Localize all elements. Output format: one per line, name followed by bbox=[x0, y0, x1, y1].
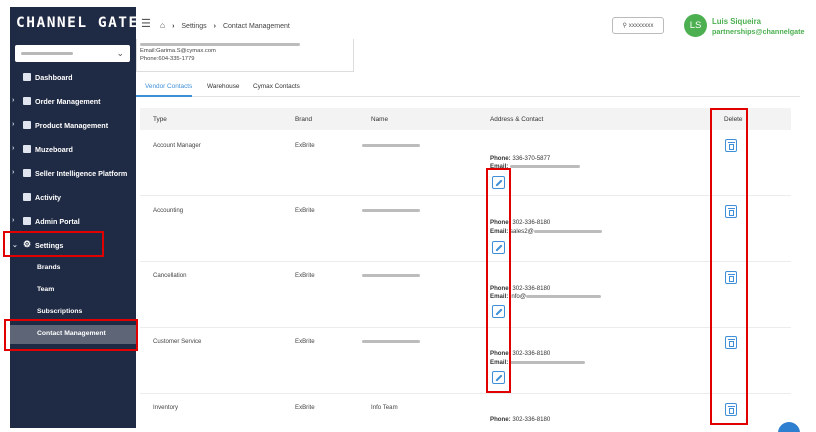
help-chat-button[interactable] bbox=[778, 422, 800, 432]
hamburger-menu-icon[interactable]: ☰ bbox=[141, 17, 151, 30]
contact-tabs: Vendor Contacts Warehouse Cymax Contacts bbox=[136, 80, 800, 97]
breadcrumb-settings[interactable]: Settings bbox=[181, 23, 206, 30]
table-row: Cancellation ExBrite Phone: 302-336-8180… bbox=[140, 262, 791, 328]
chevron-right-icon: › bbox=[12, 169, 15, 176]
chevron-right-icon: › bbox=[12, 121, 15, 128]
chevron-right-icon: › bbox=[12, 217, 15, 224]
annotation-edit-column-highlight bbox=[486, 168, 511, 393]
table-row: Inventory ExBrite Info Team Phone: 302-3… bbox=[140, 394, 791, 432]
chevron-right-icon: › bbox=[12, 145, 15, 152]
sidebar-item-muzeboard[interactable]: › Muzeboard bbox=[10, 142, 136, 158]
sidebar-item-seller-intelligence[interactable]: › Seller Intelligence Platform bbox=[10, 166, 136, 182]
sidebar-item-product-management[interactable]: › Product Management bbox=[10, 118, 136, 134]
cell-type: Account Manager bbox=[153, 142, 201, 149]
chart-icon bbox=[23, 169, 31, 177]
cell-phone: Phone: 336-370-5877 bbox=[490, 155, 551, 162]
chevron-right-icon: › bbox=[213, 23, 216, 30]
user-email: partnerships@channelgate bbox=[712, 27, 805, 36]
cell-brand: ExBrite bbox=[295, 338, 315, 345]
annotation-contact-management-highlight bbox=[4, 319, 138, 351]
address-phone: Phone:604-335-1779 bbox=[140, 56, 195, 62]
product-icon bbox=[23, 121, 31, 129]
activity-icon bbox=[23, 193, 31, 201]
dashboard-icon bbox=[23, 73, 31, 81]
cell-name: Info Team bbox=[371, 404, 398, 411]
cell-brand: ExBrite bbox=[295, 404, 315, 411]
annotation-settings-highlight bbox=[3, 231, 104, 257]
column-header-address-contact: Address & Contact bbox=[490, 116, 544, 123]
column-header-brand: Brand bbox=[295, 116, 313, 123]
chevron-down-icon: ⌄ bbox=[116, 48, 124, 58]
user-name: Luis Siqueira bbox=[712, 17, 761, 26]
cell-phone: Phone: 302-336-8180 bbox=[490, 416, 551, 423]
home-icon[interactable]: ⌂ bbox=[160, 20, 165, 30]
annotation-delete-column-highlight bbox=[710, 108, 748, 425]
chevron-right-icon: › bbox=[172, 23, 175, 30]
admin-icon bbox=[23, 217, 31, 225]
sidebar-item-activity[interactable]: Activity bbox=[10, 190, 136, 206]
board-icon bbox=[23, 145, 31, 153]
table-row: Customer Service ExBrite Phone: 302-336-… bbox=[140, 328, 791, 394]
cell-brand: ExBrite bbox=[295, 272, 315, 279]
sidebar-item-admin-portal[interactable]: › Admin Portal bbox=[10, 214, 136, 230]
sidebar: CHANNEL GATE ⌄ Dashboard › Order Managem… bbox=[10, 7, 139, 428]
cell-name-blurred bbox=[362, 142, 420, 149]
cell-type: Cancellation bbox=[153, 272, 187, 279]
cell-name-blurred bbox=[362, 272, 420, 279]
cell-brand: ExBrite bbox=[295, 142, 315, 149]
breadcrumb-contact-management: Contact Management bbox=[222, 23, 290, 30]
active-tab-indicator bbox=[136, 95, 192, 97]
tab-vendor-contacts[interactable]: Vendor Contacts bbox=[145, 83, 192, 90]
cell-type: Customer Service bbox=[153, 338, 202, 345]
vendor-address-box: Email:Garima.S@cymax.com Phone:604-335-1… bbox=[136, 39, 354, 72]
cell-type: Accounting bbox=[153, 207, 184, 214]
table-header: Type Brand Name Address & Contact Delete bbox=[140, 108, 791, 130]
avatar[interactable]: LS bbox=[684, 14, 707, 37]
cell-name-blurred bbox=[362, 207, 420, 214]
sidebar-item-dashboard[interactable]: Dashboard bbox=[10, 70, 136, 86]
account-name-blurred bbox=[21, 52, 73, 55]
chevron-right-icon: › bbox=[12, 97, 15, 104]
table-row: Accounting ExBrite Phone: 302-336-8180 E… bbox=[140, 196, 791, 262]
clipboard-icon bbox=[23, 97, 31, 105]
tab-cymax-contacts[interactable]: Cymax Contacts bbox=[253, 83, 300, 90]
tab-warehouse[interactable]: Warehouse bbox=[207, 83, 239, 90]
sidebar-item-order-management[interactable]: › Order Management bbox=[10, 94, 136, 110]
user-switch-button[interactable]: ⚲ xxxxxxxx bbox=[612, 17, 664, 34]
cell-name-blurred bbox=[362, 338, 420, 345]
cell-type: Inventory bbox=[153, 404, 179, 411]
table-row: Account Manager ExBrite Phone: 336-370-5… bbox=[140, 130, 791, 196]
app-logo: CHANNEL GATE bbox=[16, 15, 139, 31]
column-header-name: Name bbox=[371, 116, 389, 123]
address-email: Email:Garima.S@cymax.com bbox=[140, 48, 216, 54]
cell-brand: ExBrite bbox=[295, 207, 315, 214]
column-header-type: Type bbox=[153, 116, 167, 123]
breadcrumb: ⌂ › Settings › Contact Management bbox=[160, 20, 295, 30]
account-selector[interactable]: ⌄ bbox=[15, 45, 130, 62]
